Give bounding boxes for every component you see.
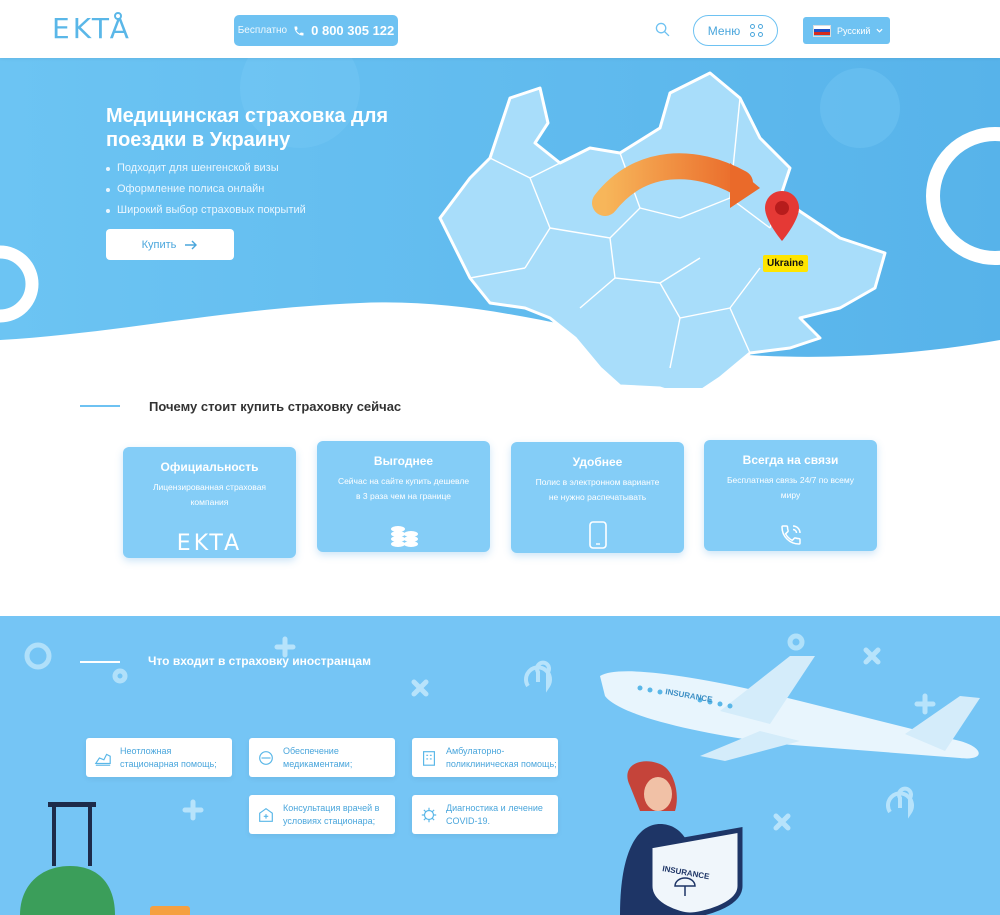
phone-icon [294, 26, 304, 35]
card-description: Сейчас на сайте купить дешевле в 3 раза … [337, 476, 470, 501]
hero-benefits-list: Подходит для шенгенской визы Оформление … [106, 162, 306, 225]
benefit-card-convenient: Удобнее Полис в электронном варианте не … [511, 442, 684, 553]
ekta-logo-icon: EKTA [176, 531, 243, 556]
coverage-item-consultation: Консультация врачей в условиях стационар… [249, 795, 395, 834]
phone-call-icon [780, 525, 801, 545]
hero-title: Медицинская страховка для поездки в Укра… [106, 105, 389, 151]
menu-label: Меню [707, 23, 741, 38]
list-item: Оформление полиса онлайн [106, 183, 306, 195]
coins-icon [390, 526, 418, 547]
card-description: Лицензированная страховая компания [152, 482, 267, 507]
coverage-item-medicines: Обеспечение медикаментами; [249, 738, 395, 777]
benefit-card-always-connected: Всегда на связи Бесплатная связь 24/7 по… [704, 440, 877, 551]
coverage-label: Консультация врачей в условиях стационар… [283, 803, 380, 826]
coverage-label: Обеспечение медикаментами; [283, 746, 353, 769]
coverage-label: Неотложная стационарная помощь; [120, 746, 217, 769]
chevron-down-icon [876, 28, 883, 33]
why-section-title: Почему стоит купить страховку сейчас [149, 399, 402, 414]
europe-map-illustration [438, 71, 887, 388]
coverage-item-emergency: Неотложная стационарная помощь; [86, 738, 232, 777]
doctor-consultation-icon [259, 807, 273, 822]
card-title: Всегда на связи [742, 453, 839, 467]
phone-number: 0 800 305 122 [311, 23, 395, 38]
list-item: Подходит для шенгенской визы [106, 162, 306, 174]
ukraine-map-label: Ukraine [763, 255, 808, 272]
logo-circle-icon [114, 12, 122, 20]
coverage-item-covid: Диагностика и лечение COVID-19. [412, 795, 558, 834]
hero-section: Ukraine Медицинская страховка для поездк… [0, 58, 1000, 388]
card-title: Официальность [160, 460, 259, 474]
coverage-item-outpatient: Амбулаторно-поликлиническая помощь; [412, 738, 558, 777]
virus-icon [421, 807, 437, 822]
hospital-bed-icon [94, 753, 111, 766]
smartphone-icon [588, 521, 607, 549]
language-label: Русский [837, 25, 871, 36]
card-title: Удобнее [572, 455, 623, 469]
clinic-building-icon [423, 750, 435, 766]
benefit-card-official: Официальность Лицензированная страховая … [123, 447, 296, 558]
card-description: Полис в электронном варианте не нужно ра… [535, 477, 660, 502]
menu-button[interactable]: Меню [693, 15, 778, 46]
buy-label: Купить [141, 238, 177, 251]
card-description: Бесплатная связь 24/7 по всему миру [726, 475, 855, 500]
russian-flag-icon [813, 24, 831, 37]
arrow-right-icon [185, 240, 198, 249]
location-pin-icon [765, 191, 799, 241]
section-divider [80, 405, 120, 407]
coverage-label: Амбулаторно-поликлиническая помощь; [446, 746, 557, 769]
pill-icon [259, 750, 273, 765]
coverage-section: INSURANCE INSURANCE Что входит в страхов… [0, 616, 1000, 915]
coverage-label: Диагностика и лечение COVID-19. [446, 803, 543, 826]
coverage-section-title: Что входит в страховку иностранцам [148, 654, 371, 668]
woman-with-shield-illustration: INSURANCE [620, 761, 743, 915]
search-icon[interactable] [655, 22, 670, 37]
menu-grid-icon [750, 24, 764, 37]
benefit-card-cheaper: Выгоднее Сейчас на сайте купить дешевле … [317, 441, 490, 552]
buy-button[interactable]: Купить [106, 229, 234, 260]
phone-free-label: Бесплатно [237, 25, 288, 36]
site-header: EKTA Бесплатно 0 800 305 122 Меню Русски… [0, 0, 1000, 58]
luggage-illustration [20, 802, 190, 915]
list-item: Широкий выбор страховых покрытий [106, 204, 306, 216]
card-title: Выгоднее [373, 454, 434, 468]
language-selector[interactable]: Русский [803, 17, 890, 44]
free-phone-button[interactable]: Бесплатно 0 800 305 122 [234, 15, 398, 46]
